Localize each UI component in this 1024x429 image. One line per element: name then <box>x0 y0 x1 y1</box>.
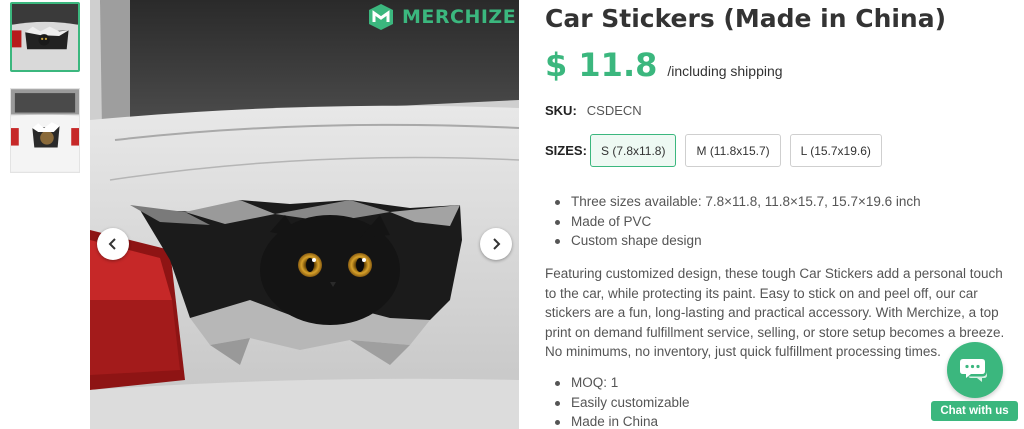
feature-item: Custom shape design <box>555 231 1015 251</box>
product-price: $ 11.8 <box>545 46 658 84</box>
chat-button[interactable] <box>947 342 1003 398</box>
thumbnail-1-image <box>12 4 78 70</box>
chevron-right-icon <box>493 238 501 250</box>
merchize-logo-icon <box>369 4 393 30</box>
chevron-left-icon <box>108 238 116 250</box>
sku-value: CSDECN <box>586 103 642 118</box>
price-note: /including shipping <box>667 63 783 79</box>
next-image-button[interactable] <box>480 228 512 260</box>
watermark-text: MERCHIZE <box>402 6 517 28</box>
product-description: Featuring customized design, these tough… <box>545 266 1005 360</box>
sku-row: SKU: CSDECN <box>545 103 642 118</box>
product-main-image: MERCHIZE <box>90 0 519 429</box>
size-option-s[interactable]: S (7.8x11.8) <box>590 134 677 167</box>
sizes-label: SIZES: <box>545 143 587 158</box>
detail-item: MOQ: 1 <box>555 373 1015 393</box>
feature-list: Three sizes available: 7.8×11.8, 11.8×15… <box>555 192 1015 251</box>
product-title: Car Stickers (Made in China) <box>545 4 947 33</box>
thumbnail-2-image <box>11 89 79 172</box>
sku-label: SKU: <box>545 103 577 118</box>
thumbnail-2[interactable] <box>10 88 80 173</box>
size-selector: SIZES: S (7.8x11.8) M (11.8x15.7) L (15.… <box>545 134 891 167</box>
size-option-m[interactable]: M (11.8x15.7) <box>685 134 781 167</box>
thumbnail-1[interactable] <box>10 2 80 72</box>
feature-item: Made of PVC <box>555 212 1015 232</box>
chat-label[interactable]: Chat with us <box>931 401 1018 421</box>
feature-item: Three sizes available: 7.8×11.8, 11.8×15… <box>555 192 1015 212</box>
chat-icon <box>960 359 987 382</box>
previous-image-button[interactable] <box>97 228 129 260</box>
size-option-l[interactable]: L (15.7x19.6) <box>789 134 882 167</box>
merchize-watermark: MERCHIZE <box>366 2 516 32</box>
price-row: $ 11.8 /including shipping <box>545 46 783 84</box>
car-photo <box>90 0 519 429</box>
